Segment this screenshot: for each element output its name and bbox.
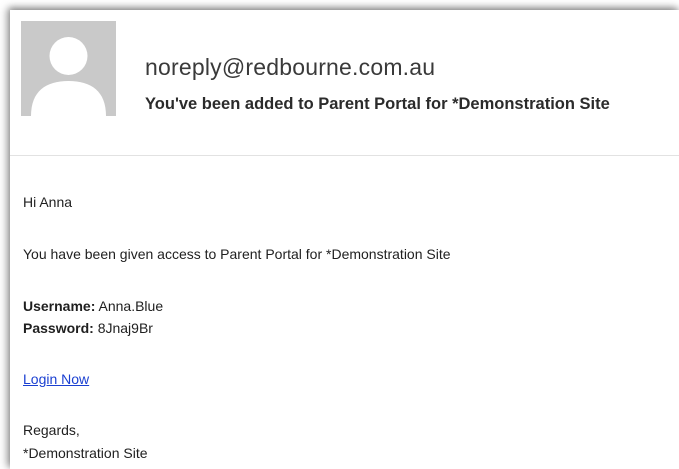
password-value: 8Jnaj9Br — [93, 320, 153, 336]
username-label: Username: — [23, 298, 96, 314]
username-row: Username: Anna.Blue — [23, 298, 163, 314]
regards-text: Regards, — [23, 422, 80, 438]
greeting-text: Hi Anna — [23, 194, 73, 210]
email-header: noreply@redbourne.com.au You've been add… — [10, 10, 679, 155]
username-value: Anna.Blue — [95, 298, 164, 314]
password-label: Password: — [23, 320, 94, 336]
sender-avatar — [21, 21, 116, 116]
email-message: noreply@redbourne.com.au You've been add… — [10, 10, 679, 469]
sender-address: noreply@redbourne.com.au — [145, 54, 436, 80]
password-row: Password: 8Jnaj9Br — [23, 320, 153, 336]
person-silhouette-icon — [21, 21, 116, 116]
intro-text: You have been given access to Parent Por… — [23, 246, 451, 262]
login-now-link[interactable]: Login Now — [23, 371, 89, 387]
signature-text: *Demonstration Site — [23, 445, 148, 461]
header-divider — [10, 155, 679, 156]
email-subject: You've been added to Parent Portal for *… — [145, 95, 610, 113]
